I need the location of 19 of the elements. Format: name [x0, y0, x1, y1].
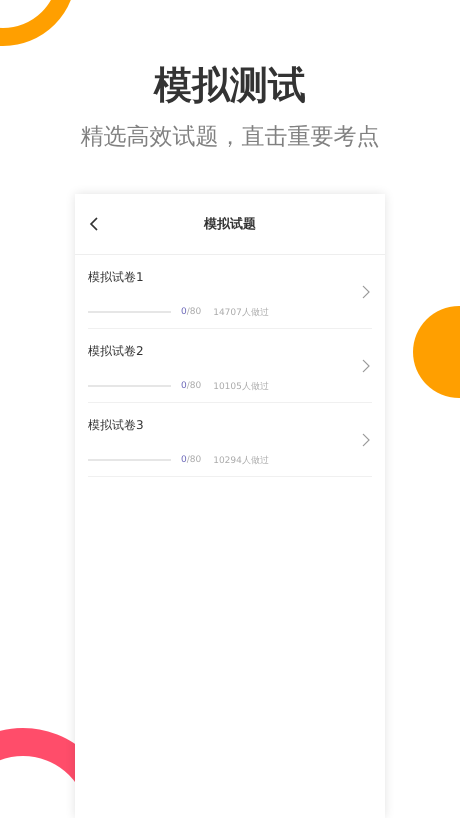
paper-name: 模拟试卷1 [88, 268, 145, 286]
takers-count: 14707人做过 [213, 306, 269, 318]
chevron-icon [362, 358, 370, 372]
progress-count: 0/80 [181, 381, 202, 391]
paper-name: 模拟试卷2 [88, 342, 145, 360]
headline: 模拟测试 [154, 62, 306, 108]
back-icon[interactable] [89, 217, 99, 231]
progress-count: 0/80 [181, 455, 202, 465]
progress-count: 0/80 [181, 307, 202, 317]
paper-item[interactable]: 模拟试卷1 0/80 14707人做过 [88, 255, 372, 329]
takers-count: 10105人做过 [213, 380, 269, 392]
paper-name: 模拟试卷3 [88, 416, 145, 434]
paper-item[interactable]: 模拟试卷2 0/80 10105人做过 [88, 329, 372, 403]
chevron-icon [362, 284, 370, 298]
takers-count: 10294人做过 [213, 454, 269, 466]
chevron-icon [362, 432, 370, 446]
screen-title: 模拟试题 [204, 216, 256, 233]
subtitle: 精选高效试题，直击重要考点 [80, 123, 380, 152]
paper-item[interactable]: 模拟试卷3 0/80 10294人做过 [88, 403, 372, 477]
